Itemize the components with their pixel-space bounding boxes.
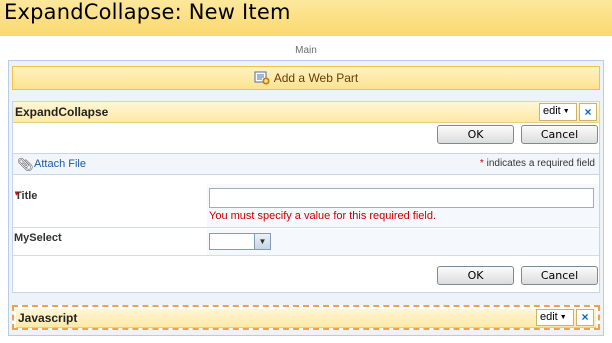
required-star: * <box>479 158 484 169</box>
webpart-javascript[interactable]: Javascript edit ▼ × <box>12 305 600 330</box>
form-row-myselect: MySelect ▼ <box>13 229 599 256</box>
myselect-label: MySelect <box>14 232 62 244</box>
webpart-expandcollapse: ExpandCollapse edit ▼ × OK Cancel 📎︎ Atta… <box>12 101 600 293</box>
cancel-button-bottom[interactable]: Cancel <box>521 266 598 285</box>
myselect-label-cell: MySelect <box>13 229 207 255</box>
close-webpart-button[interactable]: × <box>579 103 597 121</box>
webpart2-header: Javascript edit ▼ × <box>16 309 596 328</box>
add-web-part-icon <box>254 71 270 85</box>
attach-toolbar: 📎︎ Attach File * indicates a required fi… <box>13 153 599 175</box>
close-webpart-button-2[interactable]: × <box>576 309 594 326</box>
title-value-cell: You must specify a value for this requir… <box>207 184 599 227</box>
page-title-bar: ExpandCollapse: New Item <box>0 0 612 36</box>
add-web-part-button[interactable]: Add a Web Part <box>12 66 600 90</box>
myselect-value-cell: ▼ <box>207 229 599 255</box>
edit-menu-button[interactable]: edit ▼ <box>539 103 577 121</box>
page-title: ExpandCollapse: New Item <box>4 0 291 24</box>
cancel-button-top[interactable]: Cancel <box>521 125 598 144</box>
title-label-cell: Title * <box>13 184 207 227</box>
title-required-star: * <box>15 190 20 202</box>
ok-button-top[interactable]: OK <box>437 125 514 144</box>
ok-button-bottom[interactable]: OK <box>437 266 514 285</box>
edit-menu-button-2[interactable]: edit ▼ <box>536 309 574 326</box>
required-note-text: indicates a required field <box>486 158 595 169</box>
chevron-down-icon[interactable]: ▼ <box>254 234 270 249</box>
myselect-dropdown[interactable]: ▼ <box>209 233 271 250</box>
webpart2-title: Javascript <box>18 311 78 325</box>
edit-menu-label: edit <box>543 105 561 117</box>
zone-label: Main <box>295 45 317 56</box>
webpart-header: ExpandCollapse edit ▼ × <box>13 102 599 123</box>
title-input[interactable] <box>209 188 594 208</box>
paperclip-icon: 📎︎ <box>17 157 34 172</box>
required-note: * indicates a required field <box>480 158 595 169</box>
webpart-title: ExpandCollapse <box>15 105 109 119</box>
title-error-message: You must specify a value for this requir… <box>209 210 437 222</box>
add-web-part-label: Add a Web Part <box>273 71 359 85</box>
attach-file-link[interactable]: Attach File <box>34 158 86 170</box>
menu-arrow-icon: ▼ <box>562 108 570 115</box>
menu-arrow-icon: ▼ <box>559 314 567 321</box>
form-row-title: Title * You must specify a value for thi… <box>13 184 599 228</box>
edit-menu-label-2: edit <box>540 311 558 323</box>
